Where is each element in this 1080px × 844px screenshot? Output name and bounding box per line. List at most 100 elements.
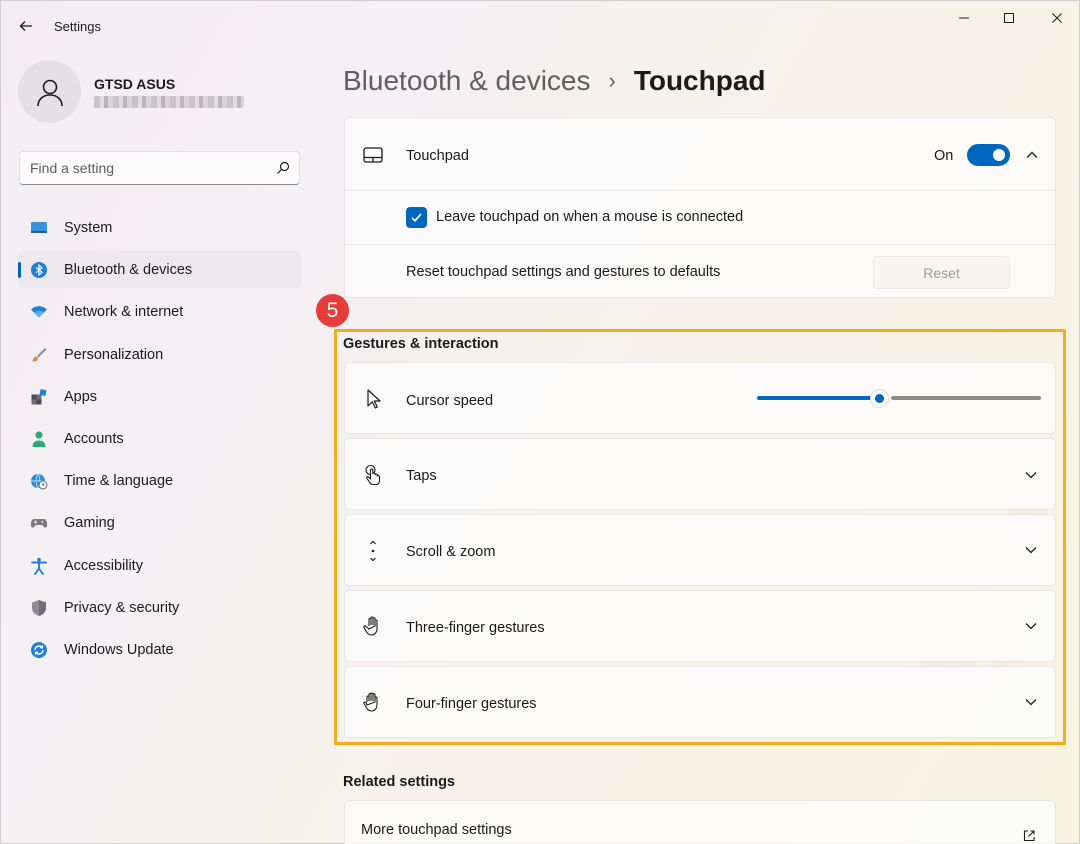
shield-icon: [32, 599, 46, 616]
sidebar-item-label: Windows Update: [64, 641, 174, 658]
leave-on-label[interactable]: Leave touchpad on when a mouse is connec…: [436, 209, 743, 225]
apps-icon: [31, 388, 47, 405]
sidebar-item-label: Accessibility: [64, 557, 143, 574]
globe-clock-icon: [31, 473, 48, 490]
back-arrow-icon: [19, 21, 32, 31]
touchpad-icon: [363, 147, 383, 163]
more-touchpad-settings-label: More touchpad settings: [361, 822, 512, 838]
sidebar-item-label: Bluetooth & devices: [64, 262, 193, 279]
sidebar-item-label: Time & language: [64, 473, 174, 490]
accessibility-icon: [31, 557, 47, 575]
scroll-zoom-card[interactable]: Scroll & zoom: [344, 514, 1056, 586]
sidebar-item-windows-update[interactable]: Windows Update: [18, 631, 301, 668]
sidebar-nav: System Bluetooth & devices Network & int…: [18, 209, 301, 673]
monitor-icon: [31, 222, 47, 233]
minimize-icon: [959, 17, 969, 19]
more-touchpad-settings-card[interactable]: More touchpad settings: [344, 800, 1056, 844]
cursor-speed-label: Cursor speed: [406, 393, 494, 409]
sidebar-item-network[interactable]: Network & internet: [18, 293, 301, 330]
scroll-icon: [370, 540, 376, 562]
sidebar-item-label: System: [64, 220, 113, 236]
cursor-speed-slider[interactable]: [757, 390, 1041, 407]
scroll-zoom-label: Scroll & zoom: [406, 544, 496, 560]
toggle-knob: [993, 149, 1005, 161]
touchpad-header-row[interactable]: Touchpad On: [345, 118, 1055, 191]
person-icon: [32, 431, 46, 447]
settings-window: Settings GTSD ASUS System Bluetooth & de…: [0, 0, 1080, 844]
step-badge: 5: [316, 294, 349, 327]
sidebar-item-label: Network & internet: [64, 304, 184, 321]
touchpad-label: Touchpad: [406, 148, 469, 164]
sidebar-item-accounts[interactable]: Accounts: [18, 420, 301, 457]
leave-on-checkbox[interactable]: [406, 207, 427, 228]
three-finger-card[interactable]: Three-finger gestures: [344, 590, 1056, 662]
chevron-down-icon[interactable]: [1024, 695, 1038, 709]
reset-description: Reset touchpad settings and gestures to …: [406, 264, 721, 280]
sidebar-item-apps[interactable]: Apps: [18, 378, 301, 415]
four-finger-label: Four-finger gestures: [406, 696, 537, 712]
back-button[interactable]: [15, 15, 37, 37]
breadcrumb-separator: ›: [608, 68, 616, 93]
close-button[interactable]: [1037, 7, 1077, 29]
maximize-icon: [1004, 13, 1014, 23]
sidebar-item-privacy-security[interactable]: Privacy & security: [18, 589, 301, 626]
slider-thumb[interactable]: [871, 390, 888, 407]
sidebar-item-label: Apps: [64, 388, 98, 405]
avatar[interactable]: [18, 60, 81, 123]
sidebar-item-label: Gaming: [64, 515, 115, 532]
hand-icon: [363, 692, 378, 712]
taps-card[interactable]: Taps: [344, 438, 1056, 510]
profile-email-redacted: [94, 96, 244, 108]
chevron-up-icon[interactable]: [1025, 148, 1039, 162]
close-icon: [1052, 13, 1062, 23]
breadcrumb-parent[interactable]: Bluetooth & devices: [343, 65, 591, 97]
page-title: Touchpad: [633, 65, 766, 96]
sidebar-item-accessibility[interactable]: Accessibility: [18, 547, 301, 584]
bluetooth-icon: [31, 262, 47, 279]
minimize-button[interactable]: [944, 7, 984, 29]
external-link-icon[interactable]: [1022, 829, 1036, 843]
sidebar-item-label: Accounts: [64, 430, 124, 447]
reset-button[interactable]: Reset: [873, 256, 1010, 289]
search-box[interactable]: [19, 151, 300, 185]
reset-row: Reset touchpad settings and gestures to …: [345, 245, 1055, 299]
sidebar-item-label: Personalization: [64, 346, 164, 363]
update-icon: [31, 641, 47, 658]
checkmark-icon: [411, 213, 422, 222]
tap-icon: [365, 464, 381, 486]
wifi-icon: [31, 306, 47, 318]
sidebar-item-bluetooth-devices[interactable]: Bluetooth & devices: [18, 251, 301, 289]
sidebar-item-personalization[interactable]: Personalization: [18, 336, 301, 373]
leave-on-row: Leave touchpad on when a mouse is connec…: [345, 191, 1055, 245]
chevron-down-icon[interactable]: [1024, 543, 1038, 557]
gamepad-icon: [30, 519, 48, 528]
cursor-speed-card: Cursor speed: [344, 362, 1056, 434]
cursor-icon: [367, 389, 381, 409]
app-title: Settings: [54, 19, 101, 34]
section-title-gestures: Gestures & interaction: [343, 336, 499, 352]
sidebar-item-label: Privacy & security: [64, 599, 180, 616]
four-finger-card[interactable]: Four-finger gestures: [344, 666, 1056, 738]
brush-icon: [32, 347, 47, 362]
taps-label: Taps: [406, 468, 437, 484]
search-input[interactable]: [20, 152, 270, 184]
title-bar: Settings: [1, 1, 1080, 45]
chevron-down-icon[interactable]: [1024, 468, 1038, 482]
section-title-related: Related settings: [343, 774, 455, 790]
chevron-down-icon[interactable]: [1024, 619, 1038, 633]
sidebar-item-system[interactable]: System: [18, 209, 301, 246]
three-finger-label: Three-finger gestures: [406, 620, 545, 636]
breadcrumb: Bluetooth & devices › Touchpad: [343, 61, 766, 101]
sidebar-item-gaming[interactable]: Gaming: [18, 504, 301, 541]
profile-name: GTSD ASUS: [94, 76, 176, 92]
touchpad-toggle[interactable]: [967, 144, 1010, 166]
hand-icon: [363, 616, 378, 636]
maximize-button[interactable]: [989, 7, 1029, 29]
search-icon[interactable]: [275, 160, 291, 176]
sidebar-item-time-language[interactable]: Time & language: [18, 462, 301, 499]
user-icon: [36, 79, 63, 106]
touchpad-card: Touchpad On Leave touchpad on when a mou…: [344, 117, 1056, 298]
slider-fill: [757, 396, 877, 400]
toggle-state-label: On: [934, 148, 954, 164]
slider-track: [891, 396, 1041, 400]
